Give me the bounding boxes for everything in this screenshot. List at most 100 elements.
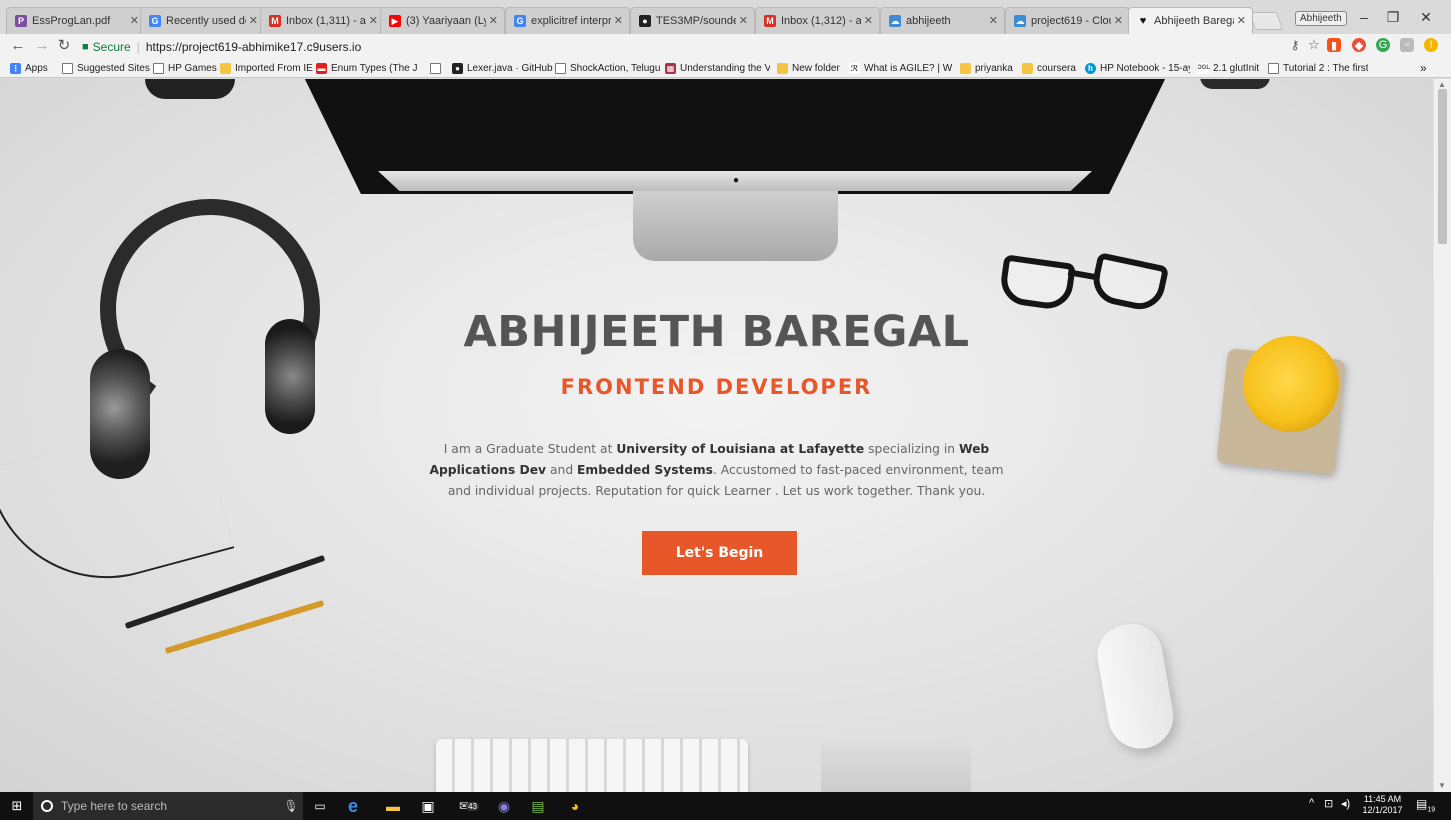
close-icon[interactable]: ✕ [614,14,623,27]
gmail-icon: M [269,15,281,27]
system-clock[interactable]: 11:45 AM 12/1/2017 [1360,794,1405,816]
address-separator: | [136,39,140,54]
back-icon[interactable]: ← [10,37,26,55]
chrome-icon[interactable]: ◕ [567,796,583,816]
tab-abhijeeth[interactable]: ☁ abhijeeth ✕ [880,7,1005,34]
close-icon[interactable]: ✕ [864,14,873,27]
bookmark-understanding[interactable]: ▦ Understanding the V [665,60,770,76]
tab-essproglan[interactable]: P EssProgLan.pdf ✕ [6,7,146,34]
oracle-icon: ▬ [316,62,327,74]
github-icon: ● [452,62,463,74]
tab-explicitref[interactable]: G explicitref interpret ✕ [505,7,630,34]
star-icon[interactable]: ☆ [1307,37,1321,52]
browser-toolbar: ← → ↻ ■ Secure | https://project619-abhi… [0,34,1451,58]
close-icon[interactable]: ✕ [249,14,258,27]
volume-icon[interactable]: ◂) [1341,797,1350,810]
lets-begin-button[interactable]: Let's Begin [642,531,797,575]
bookmark-new-folder[interactable]: New folder [777,60,840,76]
page-icon [430,62,441,74]
bookmark-label: Imported From IE [235,62,313,74]
extension-icon[interactable]: ▮ [1327,38,1341,52]
mail-icon[interactable]: ✉ 43 [455,796,483,816]
tab-title: abhijeeth [906,15,951,27]
taskbar-search[interactable]: Type here to search [33,792,303,820]
heart-icon: ♥ [1139,15,1147,27]
url-text[interactable]: https://project619-abhimike17.c9users.io [146,40,361,54]
github-icon: ● [639,15,651,27]
store-icon[interactable]: ▣ [420,796,436,816]
bookmark-priyanka[interactable]: priyanka [960,60,1013,76]
tab-title: EssProgLan.pdf [32,15,111,27]
bookmark-tutorial-2[interactable]: Tutorial 2 : The first t [1268,60,1368,76]
close-icon[interactable]: ✕ [1114,14,1123,27]
reload-icon[interactable]: ↻ [56,37,72,55]
bookmark-shockaction[interactable]: ShockAction, Telugu [555,60,662,76]
tab-abhijeeth-baregal[interactable]: ♥ Abhijeeth Baregal ✕ [1128,7,1253,34]
grammarly-icon[interactable]: G [1376,38,1390,52]
tab-inbox-1311[interactable]: M Inbox (1,311) - abhi ✕ [260,7,385,34]
notification-center-icon[interactable]: ▤19 [1416,797,1435,813]
hero-bio: I am a Graduate Student at University of… [425,439,1008,502]
clock-date: 12/1/2017 [1362,805,1403,815]
hp-icon: h [1085,62,1096,74]
extension-gray-icon[interactable]: ▫ [1400,38,1414,52]
new-tab-button[interactable] [1248,12,1284,30]
microphone-icon[interactable]: 🎙 [283,796,299,816]
profile-badge[interactable]: Abhijeeth [1295,11,1347,26]
file-explorer-icon[interactable]: ▬ [385,796,401,816]
page-scrollbar[interactable]: ▲ ▼ [1433,79,1451,792]
bookmark-hp-notebook[interactable]: h HP Notebook - 15-ay [1085,60,1190,76]
google-icon: G [514,15,526,27]
bookmark-untitled[interactable] [430,60,445,76]
bookmark-label: Lexer.java · GitHub [467,62,553,74]
bookmark-imported-from-ie[interactable]: Imported From IE [220,60,313,76]
tab-inbox-1312[interactable]: M Inbox (1,312) - abhi ✕ [755,7,880,34]
address-bar[interactable]: ■ Secure | https://project619-abhimike17… [82,37,1282,56]
restore-button[interactable]: ❐ [1383,9,1403,26]
windows-taskbar: ⊞ Type here to search 🎙 ▭ e ▬ ▣ ✉ 43 ◉ ▤ … [0,792,1451,820]
tab-recently-used[interactable]: G Recently used devic ✕ [140,7,265,34]
tray-chevron-icon[interactable]: ^ [1309,797,1314,809]
bookmark-agile[interactable]: ℛ What is AGILE? | Wha [849,60,952,76]
alert-icon[interactable]: ! [1424,38,1438,52]
bookmark-glutinit[interactable]: OGL 2.1 glutInit [1198,60,1259,76]
bookmark-hp-games[interactable]: HP Games [153,60,217,76]
tab-project619[interactable]: ☁ project619 - Cloud ✕ [1005,7,1130,34]
bookmark-lexer-java[interactable]: ● Lexer.java · GitHub [452,60,553,76]
tab-yaariyaan[interactable]: ▶ (3) Yaariyaan (Lyrics ✕ [380,7,505,34]
close-window-button[interactable]: ✕ [1416,9,1436,26]
close-icon[interactable]: ✕ [989,14,998,27]
tab-tes3mp[interactable]: ● TES3MP/soundexte ✕ [630,7,755,34]
bookmark-suggested-sites[interactable]: Suggested Sites [62,60,150,76]
bookmark-enum-types[interactable]: ▬ Enum Types (The Jav [316,60,418,76]
forward-icon[interactable]: → [34,37,50,55]
close-icon[interactable]: ✕ [1237,14,1246,27]
notepad-icon[interactable]: ▤ [530,796,546,816]
bookmarks-overflow-button[interactable]: » [1420,60,1427,76]
edge-icon[interactable]: e [345,796,361,816]
lock-icon: ■ [82,40,89,53]
shield-icon[interactable]: ◆ [1352,38,1366,52]
bookmark-label: Suggested Sites [77,62,150,74]
network-icon[interactable]: ⊡ [1324,797,1333,810]
eclipse-icon[interactable]: ◉ [496,796,512,816]
bookmark-apps[interactable]: ⋮ Apps [10,60,48,76]
key-icon[interactable]: ⚷ [1288,38,1302,52]
bookmark-label: HP Notebook - 15-ay [1100,62,1190,74]
task-view-icon[interactable]: ▭ [312,796,328,816]
close-icon[interactable]: ✕ [130,14,139,27]
page-icon [62,62,73,74]
bookmark-coursera[interactable]: coursera [1022,60,1076,76]
book-icon: ▦ [665,62,676,74]
scroll-up-icon[interactable]: ▲ [1438,80,1446,89]
close-icon[interactable]: ✕ [369,14,378,27]
mail-badge: 43 [466,801,479,811]
windows-start-icon[interactable]: ⊞ [8,796,26,816]
close-icon[interactable]: ✕ [739,14,748,27]
page-icon [1268,62,1279,74]
close-icon[interactable]: ✕ [489,14,498,27]
scroll-thumb[interactable] [1438,89,1447,244]
scroll-down-icon[interactable]: ▼ [1438,781,1446,790]
minimize-button[interactable]: – [1354,9,1374,25]
bookmark-label: HP Games [168,62,217,74]
